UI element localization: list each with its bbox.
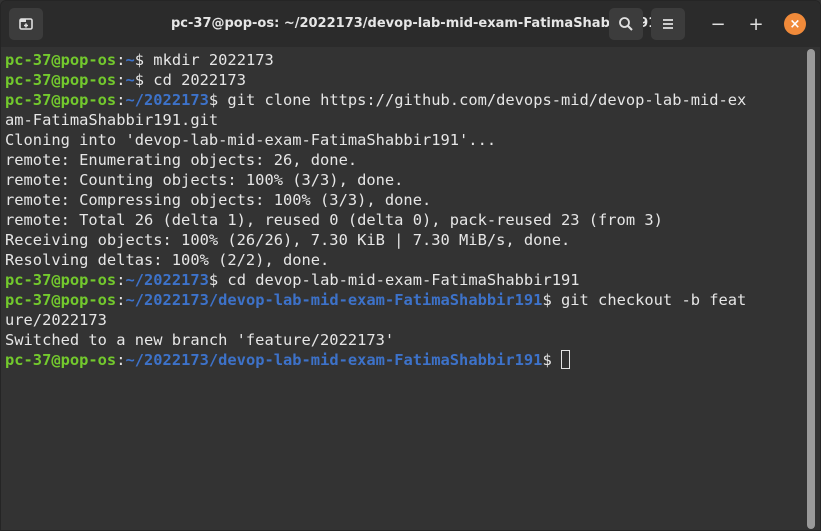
prompt-user: pc-37@pop-os	[5, 71, 117, 89]
new-tab-button[interactable]	[9, 8, 43, 40]
output-line: Switched to a new branch 'feature/202217…	[5, 330, 805, 350]
prompt-user: pc-37@pop-os	[5, 91, 117, 109]
prompt-line: pc-37@pop-os:~/2022173/devop-lab-mid-exa…	[5, 350, 805, 370]
output-text: Resolving deltas: 100% (2/2), done.	[5, 251, 330, 269]
output-line: remote: Counting objects: 100% (3/3), do…	[5, 170, 805, 190]
prompt-path: ~/2022173	[125, 271, 209, 289]
prompt-line: pc-37@pop-os:~$ mkdir 2022173	[5, 50, 805, 70]
command-text: $ cd 2022173	[134, 71, 246, 89]
prompt-user: pc-37@pop-os	[5, 271, 117, 289]
close-button[interactable]: ×	[784, 13, 806, 35]
output-line: ure/2022173	[5, 310, 805, 330]
command-text: $ git clone https://github.com/devops-mi…	[208, 91, 747, 109]
output-line: remote: Total 26 (delta 1), reused 0 (de…	[5, 210, 805, 230]
prompt-path: ~	[125, 51, 135, 69]
output-line: am-FatimaShabbir191.git	[5, 110, 805, 130]
output-text: am-FatimaShabbir191.git	[5, 111, 219, 129]
minimize-button[interactable]: −	[707, 13, 729, 35]
command-text: $ git checkout -b feat	[542, 291, 747, 309]
search-button[interactable]	[609, 8, 643, 40]
prompt-path: ~/2022173/devop-lab-mid-exam-FatimaShabb…	[125, 351, 543, 369]
hamburger-menu-icon	[663, 19, 673, 29]
output-text: remote: Compressing objects: 100% (3/3),…	[5, 191, 432, 209]
terminal-output[interactable]: pc-37@pop-os:~$ mkdir 2022173 pc-37@pop-o…	[5, 50, 805, 528]
menu-button[interactable]	[651, 8, 685, 40]
command-text: $ mkdir 2022173	[134, 51, 274, 69]
output-text: Switched to a new branch 'feature/202217…	[5, 331, 395, 349]
prompt-path: ~/2022173/devop-lab-mid-exam-FatimaShabb…	[125, 291, 543, 309]
output-text: Receiving objects: 100% (26/26), 7.30 Ki…	[5, 231, 571, 249]
output-line: remote: Enumerating objects: 26, done.	[5, 150, 805, 170]
command-text: $	[542, 351, 561, 369]
prompt-line: pc-37@pop-os:~$ cd 2022173	[5, 70, 805, 90]
prompt-line: pc-37@pop-os:~/2022173$ git clone https:…	[5, 90, 805, 110]
output-text: remote: Counting objects: 100% (3/3), do…	[5, 171, 404, 189]
output-line: Cloning into 'devop-lab-mid-exam-FatimaS…	[5, 130, 805, 150]
output-line: Resolving deltas: 100% (2/2), done.	[5, 250, 805, 270]
output-text: Cloning into 'devop-lab-mid-exam-FatimaS…	[5, 131, 497, 149]
prompt-line: pc-37@pop-os:~/2022173$ cd devop-lab-mid…	[5, 270, 805, 290]
output-text: ure/2022173	[5, 311, 107, 329]
prompt-user: pc-37@pop-os	[5, 51, 117, 69]
prompt-user: pc-37@pop-os	[5, 351, 117, 369]
search-icon	[619, 17, 633, 31]
output-text: remote: Enumerating objects: 26, done.	[5, 151, 358, 169]
prompt-path: ~/2022173	[125, 91, 209, 109]
output-text: remote: Total 26 (delta 1), reused 0 (de…	[5, 211, 663, 229]
output-line: Receiving objects: 100% (26/26), 7.30 Ki…	[5, 230, 805, 250]
terminal-cursor	[561, 350, 570, 369]
prompt-path: ~	[125, 71, 135, 89]
command-text: $ cd devop-lab-mid-exam-FatimaShabbir191	[208, 271, 580, 289]
scrollbar-thumb[interactable]	[807, 49, 815, 529]
scrollbar[interactable]	[807, 49, 815, 529]
prompt-user: pc-37@pop-os	[5, 291, 117, 309]
new-tab-icon	[19, 18, 33, 30]
title-bar[interactable]: pc-37@pop-os: ~/2022173/devop-lab-mid-ex…	[1, 1, 820, 47]
window-title: pc-37@pop-os: ~/2022173/devop-lab-mid-ex…	[171, 16, 658, 31]
maximize-button[interactable]: +	[745, 13, 767, 35]
output-line: remote: Compressing objects: 100% (3/3),…	[5, 190, 805, 210]
prompt-line: pc-37@pop-os:~/2022173/devop-lab-mid-exa…	[5, 290, 805, 310]
terminal-window: pc-37@pop-os: ~/2022173/devop-lab-mid-ex…	[0, 0, 821, 531]
